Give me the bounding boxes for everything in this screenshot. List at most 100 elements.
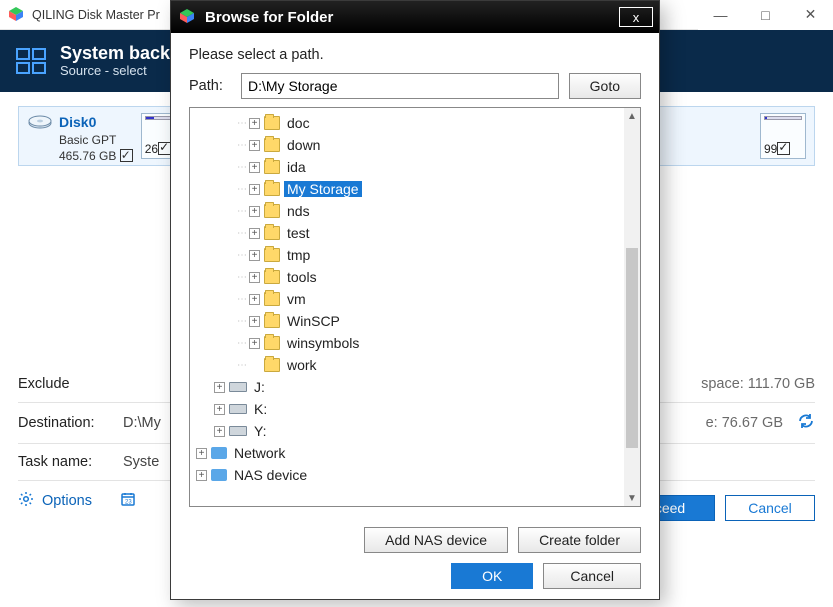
svg-text:23: 23 (125, 500, 132, 506)
partition-right-checkbox[interactable] (777, 142, 790, 155)
create-folder-button[interactable]: Create folder (518, 527, 641, 553)
dialog-titlebar[interactable]: Browse for Folder x (171, 1, 659, 33)
scroll-down-icon[interactable]: ▼ (624, 490, 640, 506)
tree-item-label: ida (284, 159, 309, 175)
destination-value: D:\My (123, 415, 161, 431)
expand-icon[interactable]: + (249, 316, 260, 327)
expand-icon[interactable]: + (249, 272, 260, 283)
network-icon (211, 447, 227, 459)
expand-icon[interactable]: + (196, 470, 207, 481)
folder-icon (264, 358, 280, 372)
tree-item-label: tools (284, 269, 320, 285)
folder-icon (264, 226, 280, 240)
space-value: space: 111.70 GB (701, 376, 815, 392)
folder-tree[interactable]: ⋯+doc⋯+down⋯+ida⋯+My Storage⋯+nds⋯+test⋯… (189, 107, 641, 507)
expand-icon[interactable]: + (214, 426, 225, 437)
dialog-logo-icon (179, 8, 197, 26)
options-gear-icon[interactable] (18, 491, 34, 511)
cancel-button[interactable]: Cancel (725, 495, 815, 521)
partition-right[interactable]: 99 (760, 113, 806, 159)
path-label: Path: (189, 78, 231, 94)
window-close-button[interactable]: ✕ (788, 0, 833, 30)
schedule-icon[interactable]: 23 (120, 491, 136, 511)
tree-item-label: J: (251, 379, 268, 395)
tree-folder[interactable]: ⋯+vm (196, 288, 624, 310)
expand-icon[interactable]: + (214, 382, 225, 393)
expand-icon[interactable]: + (249, 250, 260, 261)
tree-root[interactable]: + NAS device (196, 464, 624, 486)
folder-icon (264, 248, 280, 262)
expand-icon[interactable]: + (249, 118, 260, 129)
expand-icon[interactable]: + (196, 448, 207, 459)
expand-icon[interactable]: + (249, 338, 260, 349)
tree-folder[interactable]: ⋯+winsymbols (196, 332, 624, 354)
dialog-ok-button[interactable]: OK (451, 563, 533, 589)
tree-drive[interactable]: +Y: (196, 420, 624, 442)
expand-icon[interactable]: + (249, 294, 260, 305)
folder-icon (264, 292, 280, 306)
tree-folder[interactable]: ⋯+tmp (196, 244, 624, 266)
tree-item-label: test (284, 225, 313, 241)
tree-folder[interactable]: ⋯+test (196, 222, 624, 244)
expand-icon[interactable]: + (249, 162, 260, 173)
tree-item-label: tmp (284, 247, 313, 263)
tree-folder[interactable]: ⋯work (196, 354, 624, 376)
window-maximize-button[interactable]: □ (743, 0, 788, 30)
ribbon-title: System back (60, 44, 170, 64)
app-title: QILING Disk Master Pr (32, 8, 160, 22)
expand-icon[interactable]: + (249, 206, 260, 217)
dialog-close-button[interactable]: x (619, 7, 653, 27)
folder-icon (264, 204, 280, 218)
tree-folder[interactable]: ⋯+My Storage (196, 178, 624, 200)
tree-item-label: nds (284, 203, 313, 219)
path-input[interactable] (241, 73, 559, 99)
window-minimize-button[interactable]: — (698, 0, 743, 30)
scroll-thumb[interactable] (626, 248, 638, 448)
tree-folder[interactable]: ⋯+doc (196, 112, 624, 134)
dialog-title: Browse for Folder (205, 9, 333, 26)
disk-size: 465.76 GB (59, 148, 133, 164)
tree-item-label: winsymbols (284, 335, 362, 351)
tree-folder[interactable]: ⋯+nds (196, 200, 624, 222)
tree-root[interactable]: + Network (196, 442, 624, 464)
expand-icon[interactable]: + (249, 140, 260, 151)
dialog-cancel-button[interactable]: Cancel (543, 563, 641, 589)
folder-icon (264, 116, 280, 130)
tree-folder[interactable]: ⋯+tools (196, 266, 624, 288)
tree-folder[interactable]: ⋯+ida (196, 156, 624, 178)
taskname-label: Task name: (18, 454, 123, 470)
refresh-icon[interactable] (797, 413, 815, 433)
scroll-up-icon[interactable]: ▲ (624, 108, 640, 124)
ribbon-subtitle: Source - select (60, 63, 170, 78)
disk-name: Disk0 (59, 113, 133, 132)
tree-folder[interactable]: ⋯+down (196, 134, 624, 156)
tree-item-label: down (284, 137, 323, 153)
folder-icon (264, 270, 280, 284)
tree-scrollbar[interactable]: ▲ ▼ (624, 108, 640, 506)
browse-folder-dialog: Browse for Folder x Please select a path… (170, 0, 660, 600)
tree-item-label: K: (251, 401, 270, 417)
tree-item-label: NAS device (231, 467, 310, 483)
expand-icon[interactable]: + (249, 228, 260, 239)
destination-free: e: 76.67 GB (706, 415, 783, 431)
folder-icon (264, 160, 280, 174)
drive-icon (229, 404, 247, 414)
goto-button[interactable]: Goto (569, 73, 641, 99)
disk-checkbox[interactable] (120, 149, 133, 162)
options-link[interactable]: Options (42, 493, 92, 509)
folder-icon (264, 336, 280, 350)
destination-label: Destination: (18, 415, 123, 431)
network-icon (211, 469, 227, 481)
tree-folder[interactable]: ⋯+WinSCP (196, 310, 624, 332)
tree-drive[interactable]: + J: (196, 376, 624, 398)
tree-item-label: Network (231, 445, 288, 461)
add-nas-button[interactable]: Add NAS device (364, 527, 508, 553)
tree-drive[interactable]: + K: (196, 398, 624, 420)
expand-icon[interactable]: + (214, 404, 225, 415)
tree-item-label: doc (284, 115, 313, 131)
folder-icon (264, 182, 280, 196)
tree-item-label: vm (284, 291, 309, 307)
taskname-value: Syste (123, 454, 159, 470)
expand-icon[interactable]: + (249, 184, 260, 195)
tree-item-label: work (284, 357, 320, 373)
